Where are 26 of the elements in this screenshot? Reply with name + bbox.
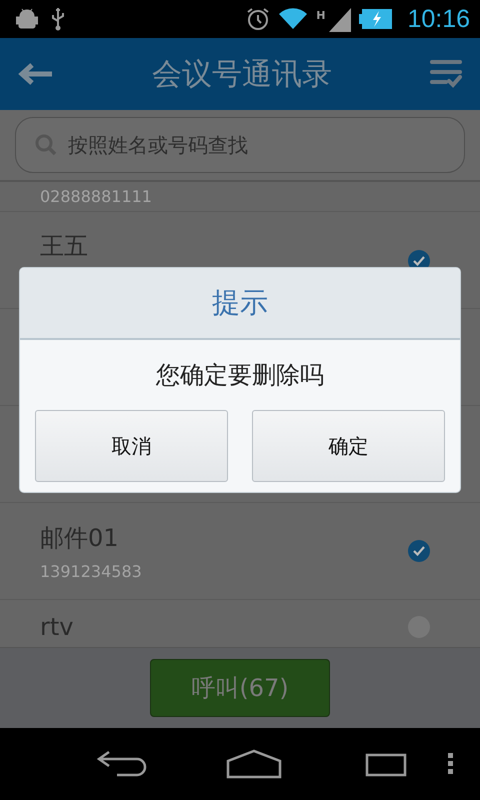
home-icon[interactable] [226, 749, 282, 779]
check-icon [413, 546, 425, 556]
wifi-icon [278, 7, 308, 31]
alarm-icon [246, 7, 270, 31]
contact-name: 王五 [40, 231, 88, 262]
battery-charging-icon [359, 8, 394, 30]
back-arrow-icon[interactable] [18, 62, 54, 86]
contact-name: rtv [40, 616, 74, 638]
network-type: H [316, 8, 326, 22]
dialog-title: 提示 [212, 285, 268, 321]
list-check-icon[interactable] [430, 59, 462, 89]
dialog-button[interactable]: 确定 [252, 410, 445, 482]
search-field[interactable]: 按照姓名或号码查找 [15, 117, 465, 173]
check-icon [413, 256, 425, 266]
back-icon[interactable] [95, 750, 147, 778]
android-icon [16, 7, 38, 31]
checkbox[interactable] [408, 540, 430, 562]
dialog-button[interactable]: 取消 [35, 410, 228, 482]
screen-title: 会议号通讯录 [152, 56, 332, 94]
dialog-message: 您确定要删除吗 [155, 360, 325, 391]
phone-number: 1391234583 [40, 562, 142, 580]
contact-name: 邮件01 [40, 522, 120, 554]
overflow-menu-icon[interactable] [448, 753, 454, 775]
clock-time: 10:16 [407, 4, 470, 34]
phone-number: 02888881111 [40, 187, 152, 206]
usb-icon [50, 7, 66, 31]
